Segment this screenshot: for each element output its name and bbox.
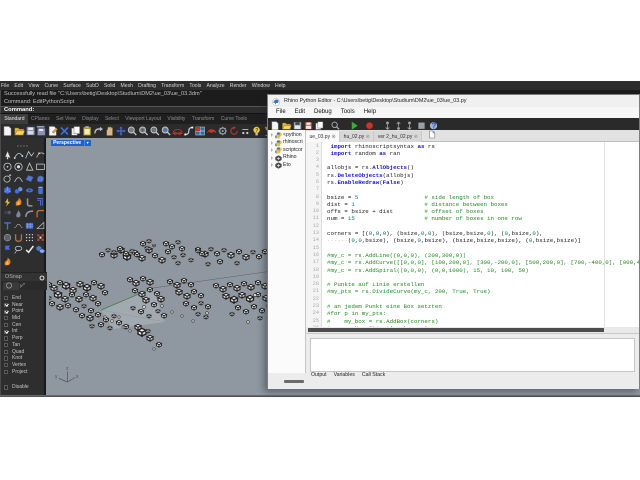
svg-text:x: x — [76, 374, 79, 380]
svg-text:?: ? — [255, 128, 258, 134]
svg-text:y: y — [55, 374, 58, 380]
svg-text:z: z — [66, 366, 69, 372]
